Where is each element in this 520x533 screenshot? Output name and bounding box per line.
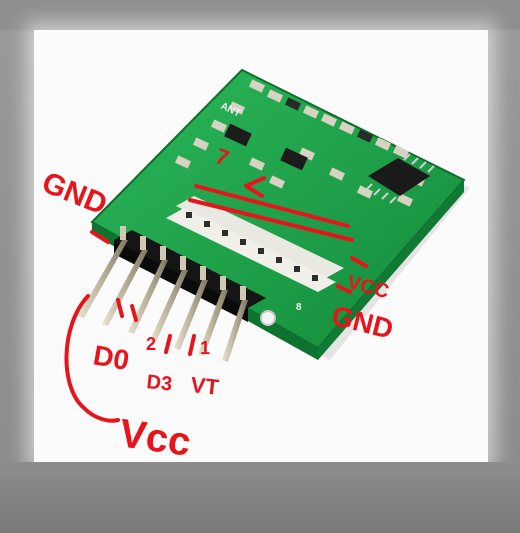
screenshot-stage: ANT 8 GND VCC GND Vcc 7 D0 2 1 D3 VT [0, 0, 520, 533]
pin-tick-4 [188, 334, 196, 356]
vcc-bottom-label: Vcc [117, 411, 194, 464]
vt-label: VT [189, 372, 220, 400]
pin2-label: 2 [146, 334, 156, 354]
pin-tick-1 [116, 298, 124, 318]
gnd-left-label: GND [37, 166, 111, 222]
pin8-silkscreen: 8 [296, 302, 302, 313]
pcb-board [90, 68, 466, 360]
annotated-pcb-photo: ANT 8 GND VCC GND Vcc 7 D0 2 1 D3 VT [37, 68, 470, 465]
pin-tick-3 [164, 334, 172, 354]
mounting-hole [260, 310, 276, 326]
pin1-label: 1 [200, 338, 210, 358]
pin-tick-2 [130, 304, 138, 322]
d3-label: D3 [145, 371, 173, 396]
d0-label: D0 [91, 339, 132, 376]
